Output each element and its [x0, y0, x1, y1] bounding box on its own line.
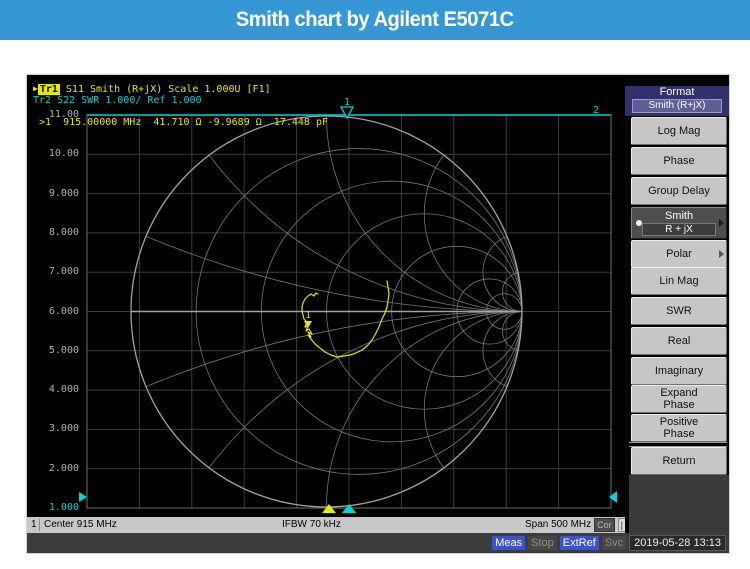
softkey-swr[interactable]: SWR [631, 297, 727, 325]
svg-text:2: 2 [593, 105, 599, 116]
trace2-settings: S22 SWR 1.000/ Ref 1.000 [51, 95, 202, 106]
ifbw-value: IFBW 70 kHz [282, 517, 341, 533]
softkey-return[interactable]: Return [631, 447, 727, 475]
state-badge-extref: ExtRef [560, 536, 599, 550]
scale-label: 2.000 [35, 464, 79, 474]
scale-label: 8.000 [35, 228, 79, 238]
softkey-expand[interactable]: ExpandPhase [631, 385, 727, 413]
marker1-readout: >1 915.00000 MHz 41.710 Ω -9.9689 Ω 17.4… [39, 117, 328, 128]
scale-label: 6.000 [35, 307, 79, 317]
softkey-menu: Format Smith (R+jX) Log MagPhaseGroup De… [625, 75, 729, 533]
svg-text:1: 1 [305, 310, 311, 321]
menu-lower-panel [629, 475, 729, 533]
softkey-polar[interactable]: Polar [631, 240, 727, 268]
submenu-arrow-icon [719, 219, 724, 227]
trace1-badge: Tr1 [38, 84, 60, 95]
datetime-display: 2019-05-28 13:13 [629, 535, 726, 551]
scale-label: 11.00 [35, 110, 79, 120]
selected-bullet-icon [636, 220, 642, 226]
format-menu-header: Format Smith (R+jX) [625, 86, 729, 116]
format-menu-title: Format [625, 86, 729, 98]
softkey-imaginary[interactable]: Imaginary [631, 357, 727, 385]
svg-text:1: 1 [344, 97, 350, 108]
trace1-settings: S11 Smith (R+jX) Scale 1.000U [F1] [60, 84, 271, 95]
softkey-lin-mag[interactable]: Lin Mag [631, 267, 727, 295]
status-divider [39, 519, 40, 531]
state-badge-stop: Stop [528, 536, 557, 550]
page-banner: Smith chart by Agilent E5071C [0, 0, 750, 40]
scale-label: 3.000 [35, 424, 79, 434]
center-frequency: Center 915 MHz [44, 517, 117, 533]
softkey-log-mag[interactable]: Log Mag [631, 117, 727, 145]
trace2-status-line: Tr2 S22 SWR 1.000/ Ref 1.000 [33, 95, 202, 106]
scale-label: 9.000 [35, 189, 79, 199]
softkey-group-delay[interactable]: Group Delay [631, 177, 727, 205]
scale-label: 1.000 [35, 503, 79, 513]
correction-badge: Cor [594, 518, 615, 532]
trace2-badge: Tr2 [33, 95, 51, 106]
page-title: Smith chart by Agilent E5071C [236, 8, 514, 32]
trace1-status-line: ▶Tr1 S11 Smith (R+jX) Scale 1.000U [F1] [33, 83, 271, 95]
smith-chart-area: 2 1 1 ▶Tr1 S11 Smith (R+jX) Scale 1.000U [… [27, 75, 629, 517]
channel-number: 1 [31, 517, 37, 533]
smith-chart-canvas: 2 1 1 [27, 75, 629, 517]
scale-label: 10.00 [35, 149, 79, 159]
softkey-real[interactable]: Real [631, 327, 727, 355]
status-bar: 1 Center 915 MHz IFBW 70 kHz Span 500 MH… [27, 517, 629, 533]
instrument-state-bar: MeasStopExtRefSvc 2019-05-28 13:13 [27, 533, 729, 553]
softkey-phase[interactable]: Phase [631, 147, 727, 175]
state-badge-meas: Meas [492, 536, 525, 550]
scale-label: 4.000 [35, 385, 79, 395]
span-value: Span 500 MHz [525, 517, 591, 533]
scale-label: 5.000 [35, 346, 79, 356]
format-current-value: Smith (R+jX) [632, 99, 722, 113]
submenu-arrow-icon [719, 250, 724, 258]
state-badge-svc: Svc [602, 536, 626, 550]
softkey-positive[interactable]: PositivePhase [631, 414, 727, 442]
softkey-smith[interactable]: SmithR + jX [631, 207, 727, 239]
scale-label: 7.000 [35, 267, 79, 277]
reference-level-marker-icon [79, 492, 87, 502]
analyzer-screen: 2 1 1 ▶Tr1 S11 Smith (R+jX) Scale 1.000U [… [27, 75, 729, 553]
